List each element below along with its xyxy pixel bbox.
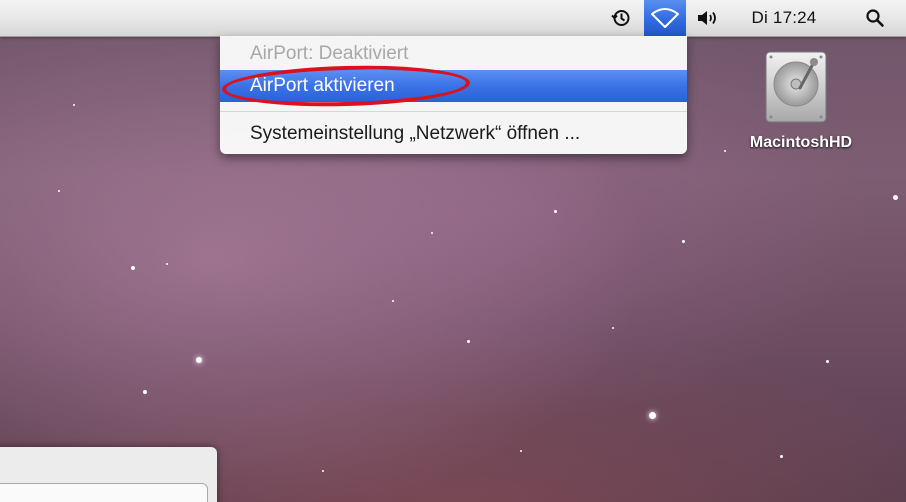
hard-drive-icon [765,51,827,123]
star [780,455,783,458]
star [682,240,685,243]
star [431,232,433,234]
window-fragment [0,447,217,502]
star [612,327,614,329]
desktop-icon-macintosh-hd[interactable]: MacintoshHD [736,50,866,160]
star [826,360,829,363]
window-text-field[interactable] [0,483,208,502]
menubar-clock[interactable]: Di 17:24 [738,0,830,36]
star [143,390,147,394]
airport-wifi-icon[interactable] [644,0,686,36]
menu-item-airport-status: AirPort: Deaktiviert [250,43,409,64]
star [392,300,394,302]
star [73,104,75,106]
star [554,210,557,213]
time-machine-icon[interactable] [604,0,638,36]
star [724,150,726,152]
desktop: Di 17:24 AirPort: Deaktiviert AirPort ak… [0,0,906,502]
star [467,340,470,343]
menu-separator [220,111,687,112]
star [58,190,60,192]
star [196,357,202,363]
star [520,450,522,452]
menu-item-open-network-preferences[interactable]: Systemeinstellung „Netzwerk“ öffnen ... [220,118,687,150]
star [131,266,135,270]
menu-bar: Di 17:24 [0,0,906,37]
volume-icon[interactable] [690,0,724,36]
star [893,195,898,200]
star [649,412,656,419]
star [166,263,168,265]
spotlight-search-icon[interactable] [858,0,892,36]
desktop-icon-label: MacintoshHD [749,134,853,151]
star [322,470,324,472]
